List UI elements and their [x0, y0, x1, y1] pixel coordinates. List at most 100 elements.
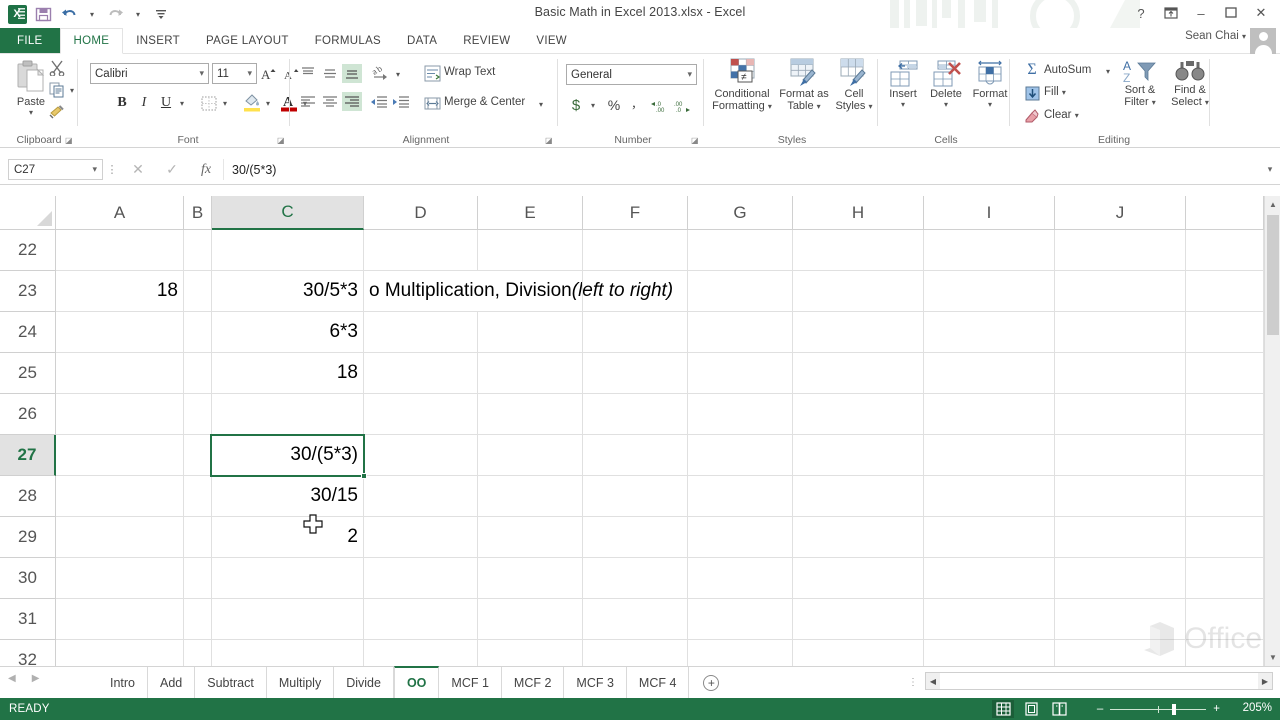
- merge-center-dropdown-icon[interactable]: ▾: [535, 94, 547, 114]
- wrap-text-icon[interactable]: [422, 62, 442, 84]
- cell-j32[interactable]: [1055, 640, 1186, 666]
- cell-h32[interactable]: [793, 640, 924, 666]
- cell-j22[interactable]: [1055, 230, 1186, 271]
- align-middle-icon[interactable]: [320, 64, 340, 83]
- increase-indent-icon[interactable]: [390, 92, 412, 112]
- cell-f28[interactable]: [583, 476, 688, 517]
- alignment-dialog-launcher-icon[interactable]: ◪: [545, 136, 554, 145]
- cell-e25[interactable]: [478, 353, 583, 394]
- normal-view-icon[interactable]: [992, 700, 1014, 718]
- sheet-tab-mcf-3[interactable]: MCF 3: [564, 667, 627, 699]
- tab-insert[interactable]: INSERT: [123, 28, 193, 53]
- orientation-icon[interactable]: ab: [370, 62, 392, 84]
- cell-b28[interactable]: [184, 476, 212, 517]
- column-header-a[interactable]: A: [56, 196, 184, 230]
- scroll-up-icon[interactable]: ▲: [1265, 196, 1280, 213]
- cell-g31[interactable]: [688, 599, 793, 640]
- number-format-select[interactable]: General ▾: [566, 64, 697, 85]
- cell-k30[interactable]: [1186, 558, 1264, 599]
- grow-font-icon[interactable]: A: [260, 63, 280, 84]
- zoom-slider[interactable]: – +: [1097, 698, 1220, 720]
- conditional-formatting-button[interactable]: ≠ Conditional Formatting ▾: [706, 58, 778, 113]
- account-name[interactable]: Sean Chai ▾: [1185, 30, 1246, 42]
- sheet-tab-split-handle[interactable]: ⋮: [908, 677, 918, 688]
- borders-dropdown-icon[interactable]: ▾: [219, 92, 231, 114]
- cell-b31[interactable]: [184, 599, 212, 640]
- cell-i31[interactable]: [924, 599, 1055, 640]
- cell-j29[interactable]: [1055, 517, 1186, 558]
- row-header-29[interactable]: 29: [0, 517, 56, 558]
- ribbon-display-options-icon[interactable]: [1156, 2, 1186, 24]
- zoom-out-button[interactable]: –: [1097, 703, 1103, 715]
- cell-d23[interactable]: o Multiplication, Division (left to righ…: [364, 271, 1264, 312]
- vertical-scroll-thumb[interactable]: [1267, 215, 1279, 335]
- sheet-tab-mcf-2[interactable]: MCF 2: [502, 667, 565, 699]
- clipboard-dialog-launcher-icon[interactable]: ◪: [65, 136, 74, 145]
- cell-b26[interactable]: [184, 394, 212, 435]
- tab-data[interactable]: DATA: [394, 28, 450, 53]
- cell-j24[interactable]: [1055, 312, 1186, 353]
- enter-icon[interactable]: ✓: [155, 161, 189, 178]
- fill-icon[interactable]: [1022, 83, 1042, 103]
- cell-c28[interactable]: 30/15: [212, 476, 364, 517]
- column-header-d[interactable]: D: [364, 196, 478, 230]
- format-cells-button[interactable]: Format ▾: [968, 60, 1012, 109]
- cell-h24[interactable]: [793, 312, 924, 353]
- cell-e30[interactable]: [478, 558, 583, 599]
- avatar[interactable]: [1250, 28, 1276, 54]
- cell-a22[interactable]: [56, 230, 184, 271]
- cell-g27[interactable]: [688, 435, 793, 476]
- cell-f30[interactable]: [583, 558, 688, 599]
- cell-g28[interactable]: [688, 476, 793, 517]
- cell-k29[interactable]: [1186, 517, 1264, 558]
- cell-a31[interactable]: [56, 599, 184, 640]
- cell-d32[interactable]: [364, 640, 478, 666]
- cell-g26[interactable]: [688, 394, 793, 435]
- close-button[interactable]: ✕: [1246, 2, 1276, 24]
- cell-a29[interactable]: [56, 517, 184, 558]
- column-header-k[interactable]: [1186, 196, 1264, 230]
- cell-e27[interactable]: [478, 435, 583, 476]
- chevron-down-icon[interactable]: ▾: [92, 164, 97, 175]
- cell-c25[interactable]: 18: [212, 353, 364, 394]
- row-header-31[interactable]: 31: [0, 599, 56, 640]
- zoom-track[interactable]: [1110, 703, 1207, 715]
- wrap-text-label[interactable]: Wrap Text: [444, 66, 495, 78]
- accounting-format-icon[interactable]: $: [566, 94, 586, 116]
- cell-c24[interactable]: 6*3: [212, 312, 364, 353]
- cell-d26[interactable]: [364, 394, 478, 435]
- fill-color-icon[interactable]: [241, 90, 263, 114]
- cell-k31[interactable]: [1186, 599, 1264, 640]
- cell-j30[interactable]: [1055, 558, 1186, 599]
- delete-cells-button[interactable]: Delete ▾: [924, 60, 968, 109]
- fill-color-dropdown-icon[interactable]: ▾: [262, 92, 274, 114]
- insert-dropdown-icon[interactable]: ▾: [901, 100, 905, 109]
- cell-a25[interactable]: [56, 353, 184, 394]
- align-center-icon[interactable]: [320, 92, 340, 111]
- row-header-22[interactable]: 22: [0, 230, 56, 271]
- cell-a24[interactable]: [56, 312, 184, 353]
- sheet-tab-multiply[interactable]: Multiply: [267, 667, 335, 699]
- restore-button[interactable]: [1216, 2, 1246, 24]
- cell-c22[interactable]: [212, 230, 364, 271]
- cell-k26[interactable]: [1186, 394, 1264, 435]
- column-header-c[interactable]: C: [212, 196, 364, 230]
- cell-b29[interactable]: [184, 517, 212, 558]
- cell-b23[interactable]: [184, 271, 212, 312]
- font-dialog-launcher-icon[interactable]: ◪: [277, 136, 286, 145]
- cell-h26[interactable]: [793, 394, 924, 435]
- cell-styles-button[interactable]: Cell Styles ▾: [830, 58, 878, 113]
- previous-sheet-icon[interactable]: ◀: [8, 673, 16, 684]
- cell-c32[interactable]: [212, 640, 364, 666]
- zoom-in-button[interactable]: +: [1213, 703, 1220, 715]
- scroll-right-icon[interactable]: ▶: [1258, 673, 1272, 689]
- cell-d30[interactable]: [364, 558, 478, 599]
- borders-icon[interactable]: [198, 92, 220, 114]
- scissors-icon[interactable]: [46, 58, 68, 78]
- new-sheet-button[interactable]: +: [703, 667, 720, 699]
- cell-h31[interactable]: [793, 599, 924, 640]
- sheet-tab-divide[interactable]: Divide: [334, 667, 394, 699]
- cell-g29[interactable]: [688, 517, 793, 558]
- select-all-button[interactable]: [0, 196, 56, 230]
- cell-h30[interactable]: [793, 558, 924, 599]
